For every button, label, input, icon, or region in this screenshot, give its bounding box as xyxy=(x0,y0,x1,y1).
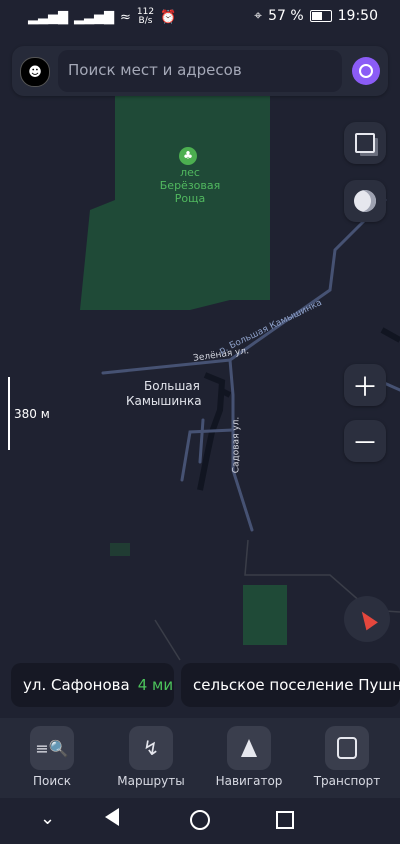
locality-chip[interactable]: сельское поселение Пушной xyxy=(181,663,400,707)
status-time: 19:50 xyxy=(337,8,378,24)
nav-navigator-label: Навигатор xyxy=(215,774,283,788)
battery-icon xyxy=(309,10,332,22)
search-list-icon: ≡🔍 xyxy=(30,726,74,770)
nav-search-label: Поиск xyxy=(32,774,71,788)
field-area-small xyxy=(110,543,130,556)
alarm-icon: ⏰ xyxy=(160,9,177,25)
alice-voice-icon[interactable] xyxy=(352,57,380,85)
compass-button[interactable] xyxy=(344,596,390,642)
signal-icon-2: ▂▃▅▇ xyxy=(74,9,114,25)
nav-navigator[interactable]: Навигатор xyxy=(204,726,294,788)
route-icon: ↯ xyxy=(129,726,173,770)
scale-label: 380 м xyxy=(14,407,50,421)
home-icon[interactable] xyxy=(190,810,210,830)
street-label-sadovaya: Садовая ул. xyxy=(231,416,242,474)
bus-icon xyxy=(325,726,369,770)
location-icon: ⌖ xyxy=(254,8,263,24)
commute-time: 4 мин xyxy=(137,676,174,694)
system-navigation-bar: ⌄ xyxy=(0,798,400,844)
battery-percent: 57 % xyxy=(268,8,304,24)
compass-icon xyxy=(356,607,378,631)
village-label: Большая Камышинка xyxy=(126,379,202,408)
chevron-down-icon[interactable]: ⌄ xyxy=(40,808,55,829)
zoom-out-button[interactable]: － xyxy=(344,420,386,462)
layers-icon xyxy=(355,133,375,153)
navigator-arrow-icon xyxy=(227,726,271,770)
nav-search[interactable]: ≡🔍 Поиск xyxy=(7,726,97,788)
search-bar: ☻ Поиск мест и адресов xyxy=(12,46,388,96)
back-icon[interactable] xyxy=(105,808,119,826)
wifi-icon: ≈ xyxy=(120,9,131,25)
signal-icon: ▂▃▅▇ xyxy=(28,9,68,25)
bottom-navigation: ≡🔍 Поиск ↯ Маршруты Навигатор Транспорт xyxy=(0,718,400,798)
net-speed: 112 B/s xyxy=(136,7,155,26)
locality-text: сельское поселение Пушной xyxy=(193,676,400,694)
theme-toggle-button[interactable] xyxy=(344,180,386,222)
commute-street: ул. Сафонова xyxy=(23,676,130,694)
commute-chip[interactable]: ул. Сафонова 4 мин xyxy=(11,663,174,707)
field-area xyxy=(243,585,287,645)
forest-icon: ♣ xyxy=(179,147,197,165)
moon-icon xyxy=(354,190,376,212)
zoom-in-button[interactable]: ＋ xyxy=(344,364,386,406)
nav-routes-label: Маршруты xyxy=(117,774,185,788)
recents-icon[interactable] xyxy=(276,811,294,829)
status-bar: ▂▃▅▇ ▂▃▅▇ ≈ 112 B/s ⏰ ⌖ 57 % 19:50 xyxy=(0,0,400,34)
nav-routes[interactable]: ↯ Маршруты xyxy=(106,726,196,788)
nav-transport[interactable]: Транспорт xyxy=(302,726,392,788)
nav-transport-label: Транспорт xyxy=(313,774,381,788)
search-placeholder: Поиск мест и адресов xyxy=(68,61,242,79)
profile-avatar-icon[interactable]: ☻ xyxy=(20,57,50,87)
layers-button[interactable] xyxy=(344,122,386,164)
forest-label: лес Берёзовая Роща xyxy=(159,166,221,205)
